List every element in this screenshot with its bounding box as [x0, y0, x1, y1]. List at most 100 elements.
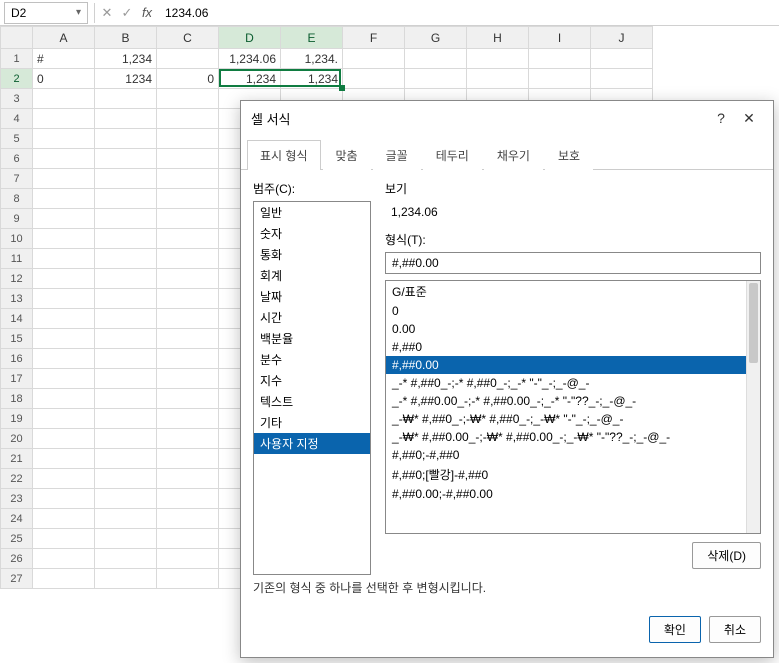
cell-B9[interactable] [95, 209, 157, 229]
format-listbox[interactable]: G/표준00.00#,##0#,##0.00_-* #,##0_-;-* #,#… [385, 280, 761, 534]
cell-B3[interactable] [95, 89, 157, 109]
column-header-H[interactable]: H [467, 27, 529, 49]
cell-G2[interactable] [405, 69, 467, 89]
format-item[interactable]: _-₩* #,##0_-;-₩* #,##0_-;_-₩* "-"_-;_-@_… [386, 410, 760, 428]
row-header-15[interactable]: 15 [1, 329, 33, 349]
cell-D1[interactable]: 1,234.06 [219, 49, 281, 69]
row-header-25[interactable]: 25 [1, 529, 33, 549]
cell-C24[interactable] [157, 509, 219, 529]
category-item[interactable]: 통화 [254, 244, 370, 265]
cell-A13[interactable] [33, 289, 95, 309]
row-header-22[interactable]: 22 [1, 469, 33, 489]
selection-fill-handle[interactable] [339, 85, 345, 91]
tab-1[interactable]: 맞춤 [323, 140, 371, 170]
cell-I2[interactable] [529, 69, 591, 89]
cell-I1[interactable] [529, 49, 591, 69]
cell-J2[interactable] [591, 69, 653, 89]
row-header-4[interactable]: 4 [1, 109, 33, 129]
fx-icon[interactable]: fx [137, 5, 157, 20]
cell-H1[interactable] [467, 49, 529, 69]
cell-A26[interactable] [33, 549, 95, 569]
cell-C17[interactable] [157, 369, 219, 389]
row-header-2[interactable]: 2 [1, 69, 33, 89]
cell-A5[interactable] [33, 129, 95, 149]
cell-D2[interactable]: 1,234 [219, 69, 281, 89]
cell-A3[interactable] [33, 89, 95, 109]
cell-C26[interactable] [157, 549, 219, 569]
cell-B16[interactable] [95, 349, 157, 369]
column-header-C[interactable]: C [157, 27, 219, 49]
cell-C25[interactable] [157, 529, 219, 549]
row-header-3[interactable]: 3 [1, 89, 33, 109]
cell-A14[interactable] [33, 309, 95, 329]
category-item[interactable]: 백분율 [254, 328, 370, 349]
cell-A4[interactable] [33, 109, 95, 129]
row-header-19[interactable]: 19 [1, 409, 33, 429]
cell-A22[interactable] [33, 469, 95, 489]
category-item[interactable]: 지수 [254, 370, 370, 391]
tab-2[interactable]: 글꼴 [373, 140, 421, 170]
format-item[interactable]: #,##0;[빨강]-#,##0 [386, 464, 760, 485]
cancel-icon[interactable]: ✕ [97, 5, 117, 21]
format-item[interactable]: #,##0.00;-#,##0.00 [386, 485, 760, 503]
column-header-F[interactable]: F [343, 27, 405, 49]
format-input[interactable] [385, 252, 761, 274]
cell-A19[interactable] [33, 409, 95, 429]
cell-A18[interactable] [33, 389, 95, 409]
format-item[interactable]: 0.00 [386, 320, 760, 338]
cell-A23[interactable] [33, 489, 95, 509]
dialog-titlebar[interactable]: 셀 서식 ? ✕ [241, 101, 773, 135]
row-header-9[interactable]: 9 [1, 209, 33, 229]
cell-C15[interactable] [157, 329, 219, 349]
cell-A11[interactable] [33, 249, 95, 269]
row-header-7[interactable]: 7 [1, 169, 33, 189]
cell-B23[interactable] [95, 489, 157, 509]
cell-B14[interactable] [95, 309, 157, 329]
cell-C6[interactable] [157, 149, 219, 169]
category-item[interactable]: 날짜 [254, 286, 370, 307]
cell-C18[interactable] [157, 389, 219, 409]
cell-B7[interactable] [95, 169, 157, 189]
row-header-14[interactable]: 14 [1, 309, 33, 329]
row-header-6[interactable]: 6 [1, 149, 33, 169]
cell-C20[interactable] [157, 429, 219, 449]
cell-C10[interactable] [157, 229, 219, 249]
cell-B17[interactable] [95, 369, 157, 389]
format-item[interactable]: #,##0;-#,##0 [386, 446, 760, 464]
cell-C13[interactable] [157, 289, 219, 309]
cell-B6[interactable] [95, 149, 157, 169]
category-item[interactable]: 숫자 [254, 223, 370, 244]
cell-A16[interactable] [33, 349, 95, 369]
format-item[interactable]: _-₩* #,##0.00_-;-₩* #,##0.00_-;_-₩* "-"?… [386, 428, 760, 446]
chevron-down-icon[interactable]: ▾ [76, 7, 81, 18]
cell-A25[interactable] [33, 529, 95, 549]
category-item[interactable]: 텍스트 [254, 391, 370, 412]
column-header-I[interactable]: I [529, 27, 591, 49]
cancel-button[interactable]: 취소 [709, 616, 761, 643]
category-item[interactable]: 회계 [254, 265, 370, 286]
cell-C2[interactable]: 0 [157, 69, 219, 89]
cell-B11[interactable] [95, 249, 157, 269]
cell-C4[interactable] [157, 109, 219, 129]
category-listbox[interactable]: 일반숫자통화회계날짜시간백분율분수지수텍스트기타사용자 지정 [253, 201, 371, 575]
cell-C16[interactable] [157, 349, 219, 369]
cell-B10[interactable] [95, 229, 157, 249]
row-header-5[interactable]: 5 [1, 129, 33, 149]
row-header-1[interactable]: 1 [1, 49, 33, 69]
cell-C14[interactable] [157, 309, 219, 329]
category-item[interactable]: 시간 [254, 307, 370, 328]
cell-B25[interactable] [95, 529, 157, 549]
tab-4[interactable]: 채우기 [484, 140, 543, 170]
format-item[interactable]: G/표준 [386, 281, 760, 302]
cell-F2[interactable] [343, 69, 405, 89]
row-header-12[interactable]: 12 [1, 269, 33, 289]
cell-A17[interactable] [33, 369, 95, 389]
column-header-B[interactable]: B [95, 27, 157, 49]
cell-A1[interactable]: # [33, 49, 95, 69]
category-item[interactable]: 기타 [254, 412, 370, 433]
cell-C1[interactable] [157, 49, 219, 69]
row-header-20[interactable]: 20 [1, 429, 33, 449]
cell-A27[interactable] [33, 569, 95, 589]
ok-button[interactable]: 확인 [649, 616, 701, 643]
category-item[interactable]: 사용자 지정 [254, 433, 370, 454]
